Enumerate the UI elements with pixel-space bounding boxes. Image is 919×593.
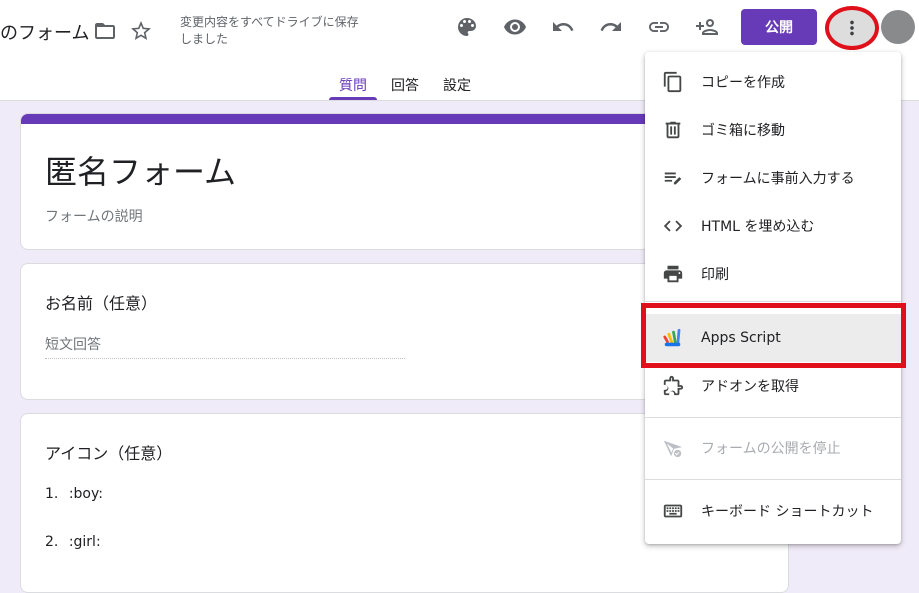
copy-icon: [661, 70, 685, 94]
save-status: 変更内容をすべてドライブに保存しました: [180, 15, 359, 46]
apps-script-icon: [661, 326, 685, 350]
code-icon: [661, 214, 685, 238]
more-vert-icon: [850, 20, 854, 36]
menu-item-label: HTML を埋め込む: [701, 219, 815, 235]
menu-item-label: キーボード ショートカット: [701, 504, 874, 520]
menu-item-label: 印刷: [701, 267, 729, 283]
question-title: アイコン（任意）: [45, 444, 173, 463]
question-title: お名前（任意）: [45, 294, 158, 313]
form-doc-title[interactable]: のフォーム: [0, 19, 89, 45]
redo-icon[interactable]: [593, 9, 629, 45]
menu-divider: [645, 417, 901, 418]
menu-item-embed-html[interactable]: HTML を埋め込む: [645, 202, 901, 250]
active-tab-indicator: [329, 97, 377, 100]
short-answer-field: 短文回答: [45, 334, 405, 359]
menu-item-unpublish: フォームの公開を停止: [645, 424, 901, 472]
publish-button[interactable]: 公開: [741, 9, 817, 45]
trash-icon: [661, 118, 685, 142]
form-title[interactable]: 匿名フォーム: [45, 147, 236, 193]
option-label: :boy:: [68, 486, 103, 502]
menu-item-move-to-trash[interactable]: ゴミ箱に移動: [645, 106, 901, 154]
menu-item-label: ゴミ箱に移動: [701, 123, 785, 139]
option-index: 1.: [45, 486, 59, 502]
option-item: 1. :boy:: [45, 486, 103, 502]
menu-item-make-copy[interactable]: コピーを作成: [645, 58, 901, 106]
menu-item-apps-script[interactable]: Apps Script: [645, 314, 901, 362]
menu-divider: [645, 479, 901, 480]
menu-item-get-addons[interactable]: アドオンを取得: [645, 362, 901, 410]
link-icon[interactable]: [641, 9, 677, 45]
form-description[interactable]: フォームの説明: [45, 206, 143, 226]
unpublish-icon: [661, 436, 685, 460]
more-options-button[interactable]: [825, 6, 879, 50]
star-icon[interactable]: [123, 13, 159, 49]
tab-responses[interactable]: 回答: [391, 75, 419, 95]
avatar[interactable]: [881, 10, 915, 44]
tab-questions[interactable]: 質問: [339, 75, 367, 95]
option-label: :girl:: [68, 534, 101, 550]
folder-icon[interactable]: [87, 13, 123, 49]
undo-icon[interactable]: [545, 9, 581, 45]
menu-item-label: コピーを作成: [701, 75, 785, 91]
tab-settings[interactable]: 設定: [443, 75, 471, 95]
keyboard-icon: [661, 499, 685, 523]
palette-icon[interactable]: [449, 9, 485, 45]
menu-item-label: フォームに事前入力する: [701, 171, 855, 187]
more-options-menu: コピーを作成 ゴミ箱に移動 フォームに事前入力する HTML を埋め込む 印刷: [645, 52, 901, 544]
option-index: 2.: [45, 534, 59, 550]
menu-item-print[interactable]: 印刷: [645, 250, 901, 298]
menu-item-label: アドオンを取得: [701, 379, 799, 395]
add-collaborator-icon[interactable]: [689, 9, 725, 45]
menu-divider: [645, 301, 901, 302]
menu-item-label: Apps Script: [701, 330, 781, 346]
menu-item-prefill[interactable]: フォームに事前入力する: [645, 154, 901, 202]
option-item: 2. :girl:: [45, 534, 101, 550]
print-icon: [661, 262, 685, 286]
addon-puzzle-icon: [661, 374, 685, 398]
preview-eye-icon[interactable]: [497, 9, 533, 45]
menu-item-label: フォームの公開を停止: [701, 441, 841, 457]
prefill-icon: [661, 166, 685, 190]
menu-item-keyboard-shortcuts[interactable]: キーボード ショートカット: [645, 487, 901, 535]
